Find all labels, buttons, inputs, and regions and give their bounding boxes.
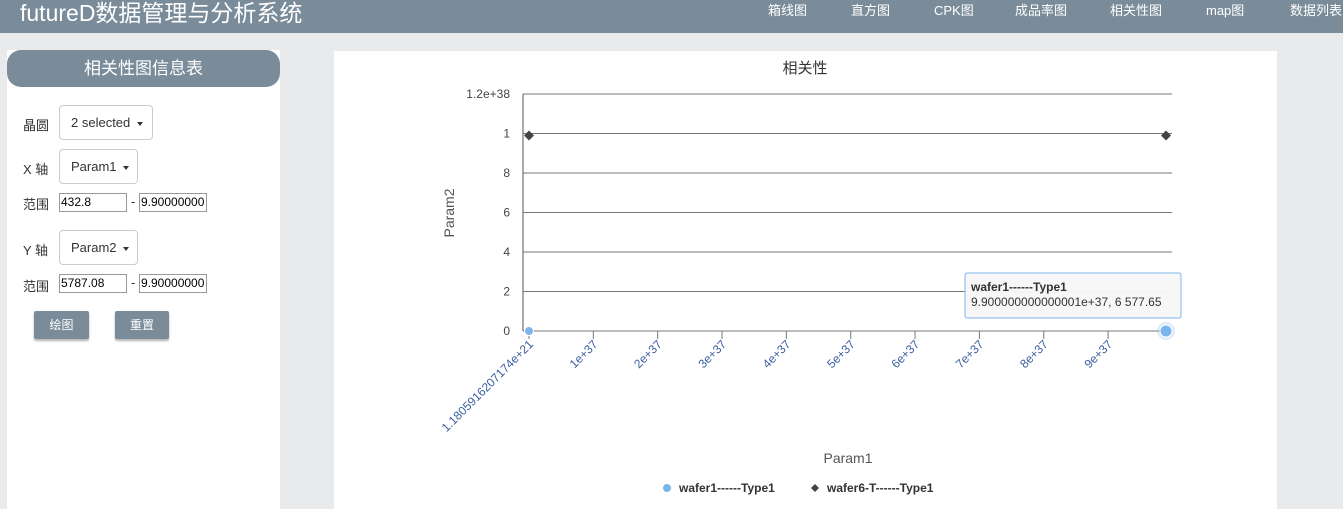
y-tick-label: 4 [503, 245, 510, 259]
nav-yield[interactable]: 成品率图 [1015, 0, 1067, 33]
wafer-label: 晶圆 [23, 118, 50, 133]
series-point [1161, 130, 1171, 141]
y-range-separator: - [131, 275, 136, 290]
x-tick-label: 4e+37 [760, 337, 794, 371]
nav-cpk[interactable]: CPK图 [934, 0, 974, 33]
caret-down-icon [123, 246, 130, 251]
x-axis-select-value: Param1 [71, 159, 117, 174]
app-title: futureD数据管理与分析系统 [20, 0, 303, 26]
legend-marker-series-2 [811, 484, 819, 492]
y-range-label: 范围 [23, 279, 50, 294]
settings-panel: 相关性图信息表 晶圆 2 selected X 轴 Param1 范围 432.… [7, 50, 280, 509]
draw-button[interactable]: 绘图 [34, 311, 89, 339]
y-axis-select[interactable]: Param2 [59, 230, 138, 265]
x-tick-label: 6e+37 [888, 337, 922, 371]
tooltip-title: wafer1------Type1 [970, 280, 1067, 294]
legend-label-series-1: wafer1------Type1 [678, 481, 775, 495]
nav-histogram[interactable]: 直方图 [851, 0, 890, 33]
x-tick-label: 1.1805916207174e+21 [439, 337, 537, 435]
nav-correlation[interactable]: 相关性图 [1110, 0, 1162, 33]
panel-title: 相关性图信息表 [7, 50, 280, 87]
reset-button[interactable]: 重置 [115, 311, 169, 339]
x-tick-label: 8e+37 [1017, 337, 1051, 371]
chart-title: 相关性 [782, 60, 827, 77]
x-range-label: 范围 [23, 197, 50, 212]
caret-down-icon [123, 165, 130, 170]
nav-data-list[interactable]: 数据列表 [1290, 0, 1342, 33]
tooltip-value: 9.900000000000001e+37, 6 577.65 [971, 295, 1162, 309]
x-tick-label: 1e+37 [567, 337, 601, 371]
y-tick-label: 2 [503, 285, 510, 299]
x-tick-label: 3e+37 [695, 337, 729, 371]
legend-label-series-2: wafer6-T------Type1 [826, 481, 934, 495]
wafer-select-value: 2 selected [71, 115, 131, 130]
x-tick-label: 5e+37 [824, 337, 858, 371]
y-tick-label: 0 [503, 324, 510, 338]
y-tick-label: 6 [503, 206, 510, 220]
nav-boxplot[interactable]: 箱线图 [768, 0, 807, 33]
y-tick-label: 8 [503, 166, 510, 180]
y-axis-select-value: Param2 [71, 240, 117, 255]
x-range-separator: - [131, 194, 136, 209]
caret-down-icon [136, 121, 143, 126]
series-point [1159, 324, 1173, 338]
series-point [524, 130, 534, 141]
top-navbar: futureD数据管理与分析系统 箱线图 直方图 CPK图 成品率图 相关性图 … [0, 0, 1343, 33]
x-tick-label: 9e+37 [1081, 337, 1115, 371]
x-axis-select[interactable]: Param1 [59, 149, 138, 184]
y-range-min-input[interactable]: 5787.08 [59, 274, 127, 293]
series-point [524, 326, 534, 336]
y-range-max-input[interactable]: 9.90000000 [139, 274, 207, 293]
legend-marker-series-1 [663, 484, 671, 492]
x-axis-title: Param1 [823, 450, 872, 466]
nav-map[interactable]: map图 [1206, 0, 1244, 33]
x-tick-label: 2e+37 [631, 337, 665, 371]
y-tick-label: 1.2e+38 [466, 87, 510, 101]
y-axis-label: Y 轴 [23, 243, 49, 258]
x-range-min-input[interactable]: 432.8 [59, 193, 127, 212]
y-axis-title: Param2 [441, 188, 457, 237]
y-tick-label: 1 [503, 127, 510, 141]
correlation-chart: 相关性 0 2 4 6 8 1 1.2e+38 1.1805916207174e+21 1e+37… [439, 60, 1182, 495]
x-tick-label: 7e+37 [953, 337, 987, 371]
wafer-select[interactable]: 2 selected [59, 105, 153, 140]
x-range-max-input[interactable]: 9.90000000 [139, 193, 207, 212]
x-axis-label: X 轴 [23, 162, 49, 177]
chart-container: 相关性 0 2 4 6 8 1 1.2e+38 1.1805916207174e+21 1e+37… [334, 51, 1277, 509]
